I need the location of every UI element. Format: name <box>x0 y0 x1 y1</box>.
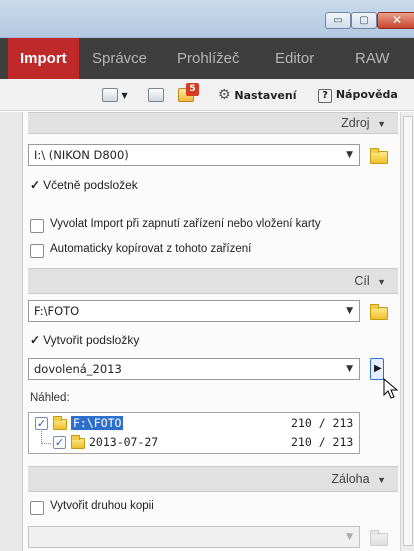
source-device-select[interactable]: I:\ (NIKON D800) ▼ <box>28 144 360 166</box>
module-tabbar: Import Správce Prohlížeč Editor RAW <box>0 38 414 79</box>
tree-row-child[interactable]: ✓ 2013-07-27 210 / 213 <box>29 435 359 451</box>
preview-label: Náhled: <box>30 392 70 404</box>
chevron-down-icon: ▼ <box>377 475 386 485</box>
folder-icon <box>53 416 67 430</box>
chevron-down-icon: ▼ <box>121 91 128 100</box>
help-button[interactable]: ? Nápověda <box>318 86 398 104</box>
backup-browse-button <box>368 530 392 551</box>
tree-checkbox[interactable]: ✓ <box>53 436 66 449</box>
second-copy-checkbox[interactable] <box>30 501 44 515</box>
tab-prohlizec[interactable]: Prohlížeč <box>177 38 240 79</box>
folder-icon <box>370 304 388 320</box>
target-path-value: F:\FOTO <box>34 304 80 318</box>
toolbar: ▼ 5 ⚙ Nastavení ? Nápověda <box>0 79 414 111</box>
calendar-button[interactable] <box>148 86 164 104</box>
chevron-down-icon: ▼ <box>346 364 353 374</box>
mouse-cursor-icon <box>383 378 399 399</box>
source-device-value: I:\ (NIKON D800) <box>34 148 129 162</box>
help-label: Nápověda <box>335 88 398 101</box>
subfolder-name-select[interactable]: dovolená_2013 ▼ <box>28 358 360 380</box>
create-subfolders-checkbox[interactable]: ✓ Vytvořit podsložky <box>30 333 139 347</box>
include-subfolders-label: Včetně podsložek <box>43 178 138 192</box>
notification-badge: 5 <box>186 83 199 96</box>
chevron-down-icon: ▼ <box>346 306 353 316</box>
target-browse-button[interactable] <box>368 304 392 326</box>
checkmark-icon: ✓ <box>30 333 41 347</box>
vertical-scrollbar[interactable] <box>400 112 414 551</box>
source-browse-button[interactable] <box>368 148 392 170</box>
include-subfolders-checkbox[interactable]: ✓ Včetně podsložek <box>30 178 138 192</box>
source-section-header[interactable]: Zdroj ▼ <box>28 112 398 134</box>
preview-tree: ✓ F:\FOTO 210 / 213 ✓ 2013-07-27 210 / 2… <box>28 412 360 454</box>
left-gutter <box>0 112 22 551</box>
computer-icon <box>102 88 118 102</box>
tree-root-name: F:\FOTO <box>71 416 124 430</box>
close-button[interactable]: ✕ <box>377 12 414 29</box>
minimize-icon: ▭ <box>333 15 343 26</box>
tree-row-root[interactable]: ✓ F:\FOTO 210 / 213 <box>29 416 359 432</box>
tree-child-name: 2013-07-27 <box>89 435 159 449</box>
auto-import-checkbox[interactable] <box>30 219 44 233</box>
subfolder-name-value: dovolená_2013 <box>34 362 122 376</box>
create-subfolders-label: Vytvořit podsložky <box>43 333 140 347</box>
tree-child-count: 210 / 213 <box>291 435 354 449</box>
chevron-down-icon: ▼ <box>346 532 353 542</box>
folder-icon <box>370 530 388 546</box>
maximize-button[interactable]: ▢ <box>351 12 377 29</box>
tree-checkbox[interactable]: ✓ <box>35 417 48 430</box>
second-copy-label: Vytvořit druhou kopii <box>50 500 154 512</box>
backup-path-select: ▼ <box>28 526 360 548</box>
maximize-icon: ▢ <box>359 15 369 26</box>
subfolder-options-button[interactable]: ▶ <box>370 358 384 380</box>
minimize-button[interactable]: ▭ <box>325 12 351 29</box>
chevron-down-icon: ▼ <box>377 277 386 287</box>
calendar-icon <box>148 88 164 102</box>
chevron-down-icon: ▼ <box>377 119 386 129</box>
target-header-label: Cíl <box>354 274 370 288</box>
source-header-label: Zdroj <box>341 116 370 130</box>
tab-import[interactable]: Import <box>8 38 79 79</box>
auto-import-label: Vyvolat Import při zapnutí zařízení nebo… <box>50 218 321 230</box>
window-titlebar: ▭ ▢ ✕ <box>0 0 414 38</box>
close-icon: ✕ <box>391 13 403 27</box>
folder-icon <box>370 148 388 164</box>
backup-section-header[interactable]: Záloha ▼ <box>28 466 398 492</box>
gear-icon: ⚙ <box>218 87 231 103</box>
backup-header-label: Záloha <box>331 472 370 486</box>
auto-copy-checkbox[interactable] <box>30 244 44 258</box>
settings-label: Nastavení <box>234 89 297 102</box>
chevron-right-icon: ▶ <box>374 363 382 374</box>
target-section-header[interactable]: Cíl ▼ <box>28 268 398 294</box>
scrollbar-thumb[interactable] <box>403 116 413 546</box>
target-path-select[interactable]: F:\FOTO ▼ <box>28 300 360 322</box>
tab-spravce[interactable]: Správce <box>92 38 147 79</box>
folder-icon <box>71 435 85 449</box>
device-dropdown-button[interactable]: ▼ <box>102 86 128 104</box>
chevron-down-icon: ▼ <box>346 150 353 160</box>
auto-copy-label: Automaticky kopírovat z tohoto zařízení <box>50 243 252 255</box>
tab-editor[interactable]: Editor <box>275 38 314 79</box>
tree-root-count: 210 / 213 <box>291 416 354 430</box>
checkmark-icon: ✓ <box>30 178 41 192</box>
tab-raw[interactable]: RAW <box>355 38 389 79</box>
settings-button[interactable]: ⚙ Nastavení <box>218 86 297 104</box>
help-icon: ? <box>318 89 332 103</box>
